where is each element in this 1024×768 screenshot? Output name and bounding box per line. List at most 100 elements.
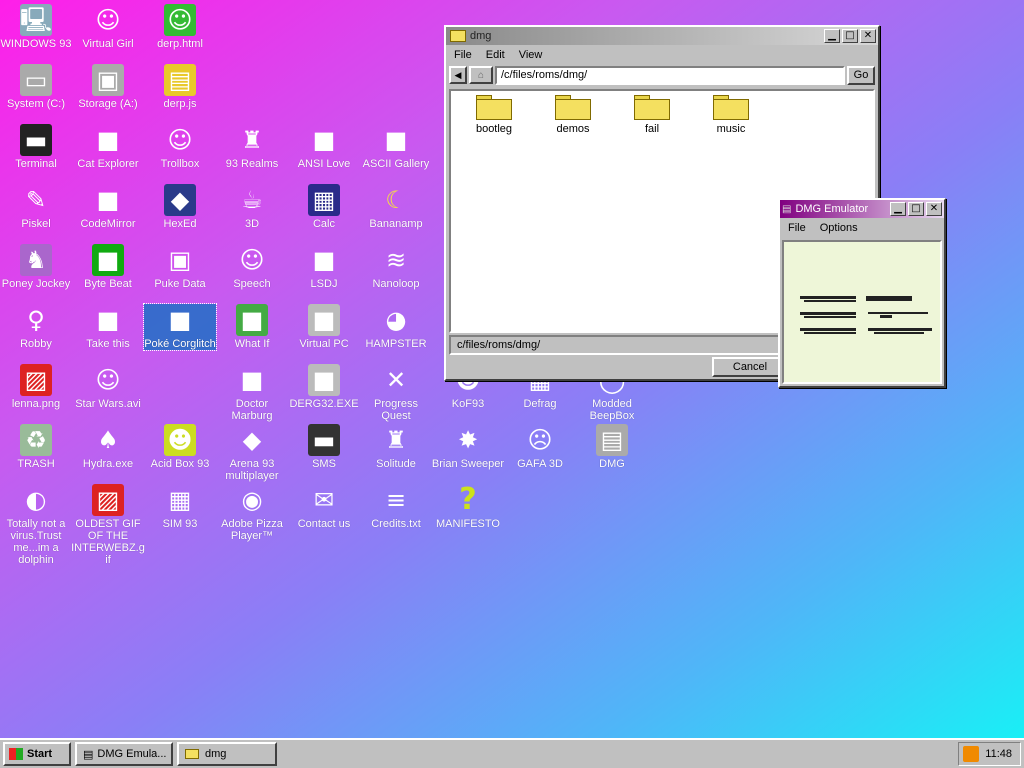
folder-fail[interactable]: fail <box>617 95 687 135</box>
desktop-icon[interactable]: ☺ Virtual Girl <box>72 4 144 50</box>
desktop-icon[interactable]: ■ Virtual PC <box>288 304 360 350</box>
gameboy-icon: ▤ <box>596 424 628 456</box>
window-title: DMG Emulator <box>795 203 869 215</box>
folder-icon <box>476 95 512 120</box>
console-icon: ▬ <box>308 424 340 456</box>
desktop-icon[interactable]: ☕ 3D <box>216 184 288 230</box>
dmg-titlebar[interactable]: dmg ▁ □ ✕ <box>446 27 878 45</box>
ascii-numbers-icon: ■ <box>384 126 408 154</box>
desktop-icon[interactable]: ♠ Hydra.exe <box>72 424 144 470</box>
folder-demos[interactable]: demos <box>538 95 608 135</box>
emulator-screen[interactable] <box>782 240 942 384</box>
desktop-icon-label: GAFA 3D <box>517 458 563 470</box>
task-dmg-emulator[interactable]: ▤ DMG Emula... <box>75 742 173 766</box>
start-label: Start <box>27 748 53 760</box>
menu-view[interactable]: View <box>519 49 543 61</box>
desktop-icon[interactable]: ? MANIFESTO <box>432 484 504 531</box>
desktop-icon[interactable]: ▬ Terminal <box>0 124 72 170</box>
menu-edit[interactable]: Edit <box>486 49 505 61</box>
address-input[interactable]: /c/files/roms/dmg/ <box>495 65 845 85</box>
desktop-icon[interactable]: ▣ Storage (A:) <box>72 64 144 110</box>
close-button[interactable]: ✕ <box>860 29 876 43</box>
desktop-icon-label: Brian Sweeper <box>431 458 505 470</box>
menu-options[interactable]: Options <box>820 222 858 234</box>
start-button[interactable]: Start <box>3 742 71 766</box>
menu-file[interactable]: File <box>454 49 472 61</box>
desktop-icon[interactable]: ■ CodeMirror <box>72 184 144 230</box>
desktop-icon[interactable]: ✉ Contact us <box>288 484 360 530</box>
desktop-icon[interactable]: ▣ Puke Data <box>144 244 216 290</box>
desktop-icon-label: DERG32.EXE <box>289 398 359 410</box>
desktop-icon[interactable]: ☺ Trollbox <box>144 124 216 170</box>
desktop-icon[interactable]: ✎ Piskel <box>0 184 72 230</box>
palette-icon: ✎ <box>25 186 47 214</box>
desktop-icon[interactable]: ☺ Star Wars.avi <box>72 364 144 410</box>
js-file-icon: ▤ <box>164 64 196 96</box>
desktop-icon[interactable]: ▭ System (C:) <box>0 64 72 110</box>
desktop-icon[interactable]: ▦ Calc <box>288 184 360 230</box>
desktop-icon[interactable]: ■ LSDJ <box>288 244 360 290</box>
desktop-icon[interactable]: ▬ SMS <box>288 424 360 470</box>
emulator-titlebar[interactable]: ▤ DMG Emulator ▁ □ ✕ <box>780 200 944 218</box>
folder-music[interactable]: music <box>696 95 766 135</box>
desktop-icon[interactable]: ▤ DMG <box>576 424 648 470</box>
doctor-icon: ■ <box>240 366 264 394</box>
desktop-icon[interactable]: ◕ HAMPSTER <box>360 304 432 350</box>
image-file-icon: ▨ <box>20 364 52 396</box>
desktop-icon-label: Robby <box>20 338 52 350</box>
minimize-button[interactable]: ▁ <box>824 29 840 43</box>
home-icon: ⌂ <box>477 69 485 81</box>
desktop-icon[interactable]: ■ Doctor Marburg <box>216 364 288 422</box>
computer-icon: 🖳 <box>19 4 53 36</box>
desktop-icon-label: SMS <box>312 458 336 470</box>
desktop-icon[interactable]: ≋ Nanoloop <box>360 244 432 290</box>
desktop-icon[interactable]: ▨ lenna.png <box>0 364 72 410</box>
back-button[interactable]: ◀ <box>449 66 467 84</box>
desktop-icon[interactable]: ☺ Speech <box>216 244 288 290</box>
desktop-icon[interactable]: ♻ TRASH <box>0 424 72 470</box>
desktop-icon[interactable]: ■ DERG32.EXE <box>288 364 360 410</box>
desktop-icon[interactable]: ✕ Progress Quest <box>360 364 432 422</box>
desktop-icon-label: What If <box>234 338 270 350</box>
desktop-icon[interactable]: ■ Poké Corglitch <box>143 303 217 351</box>
maximize-button[interactable]: □ <box>842 29 858 43</box>
menu-file[interactable]: File <box>788 222 806 234</box>
desktop-icon[interactable]: ■ Take this <box>72 304 144 350</box>
desktop-icon[interactable]: 🖳 WINDOWS 93 <box>0 4 72 50</box>
go-button[interactable]: Go <box>847 65 875 85</box>
desktop-icon[interactable]: ■ Cat Explorer <box>72 124 144 170</box>
desktop-icon[interactable]: ◆ Arena 93 multiplayer <box>216 424 288 482</box>
desktop-icon[interactable]: ♞ Poney Jockey <box>0 244 72 290</box>
rss-icon[interactable] <box>963 746 980 762</box>
desktop-icon-label: System (C:) <box>6 98 66 110</box>
desktop-icon[interactable]: ☾ Bananamp <box>360 184 432 230</box>
desktop-icon[interactable]: ♀ Robby <box>0 304 72 350</box>
maximize-button[interactable]: □ <box>908 202 924 216</box>
folder-bootleg[interactable]: bootleg <box>459 95 529 135</box>
cancel-button[interactable]: Cancel <box>712 357 788 377</box>
home-button[interactable]: ⌂ <box>469 66 493 84</box>
acid-smiley-icon: ☻ <box>164 424 196 456</box>
desktop-icon[interactable]: ▤ derp.js <box>144 64 216 110</box>
desktop-icon[interactable]: ◆ HexEd <box>144 184 216 230</box>
desktop-icon[interactable]: ◉ Adobe Pizza Player™ <box>216 484 288 542</box>
desktop-icon[interactable]: ■ ANSI Love <box>288 124 360 170</box>
desktop-icon[interactable]: ☺ derp.html <box>144 4 216 50</box>
desktop-icon[interactable]: ☹ GAFA 3D <box>504 424 576 470</box>
minimize-button[interactable]: ▁ <box>890 202 906 216</box>
desktop-icon[interactable]: ■ ASCII Gallery <box>360 124 432 170</box>
desktop-icon-label: Speech <box>233 278 271 290</box>
close-button[interactable]: ✕ <box>926 202 942 216</box>
desktop-icon-label: OLDEST GIF OF THE INTERWEBZ.gif <box>71 518 145 566</box>
desktop-icon[interactable]: ✸ Brian Sweeper <box>432 424 504 470</box>
desktop-icon[interactable]: ☻ Acid Box 93 <box>144 424 216 470</box>
desktop-icon[interactable]: ≡ Credits.txt <box>360 484 432 530</box>
desktop-icon[interactable]: ◐ Totally not a virus.Trust me...im a dol… <box>0 484 72 566</box>
desktop-icon[interactable]: ▦ SIM 93 <box>144 484 216 530</box>
desktop-icon[interactable]: ♜ 93 Realms <box>216 124 288 170</box>
desktop-icon[interactable]: ■ What If <box>216 304 288 350</box>
desktop-icon[interactable]: ♜ Solitude <box>360 424 432 470</box>
desktop-icon[interactable]: ■ Byte Beat <box>72 244 144 290</box>
desktop-icon[interactable]: ▨ OLDEST GIF OF THE INTERWEBZ.gif <box>71 484 145 566</box>
task-dmg-folder[interactable]: dmg <box>177 742 277 766</box>
